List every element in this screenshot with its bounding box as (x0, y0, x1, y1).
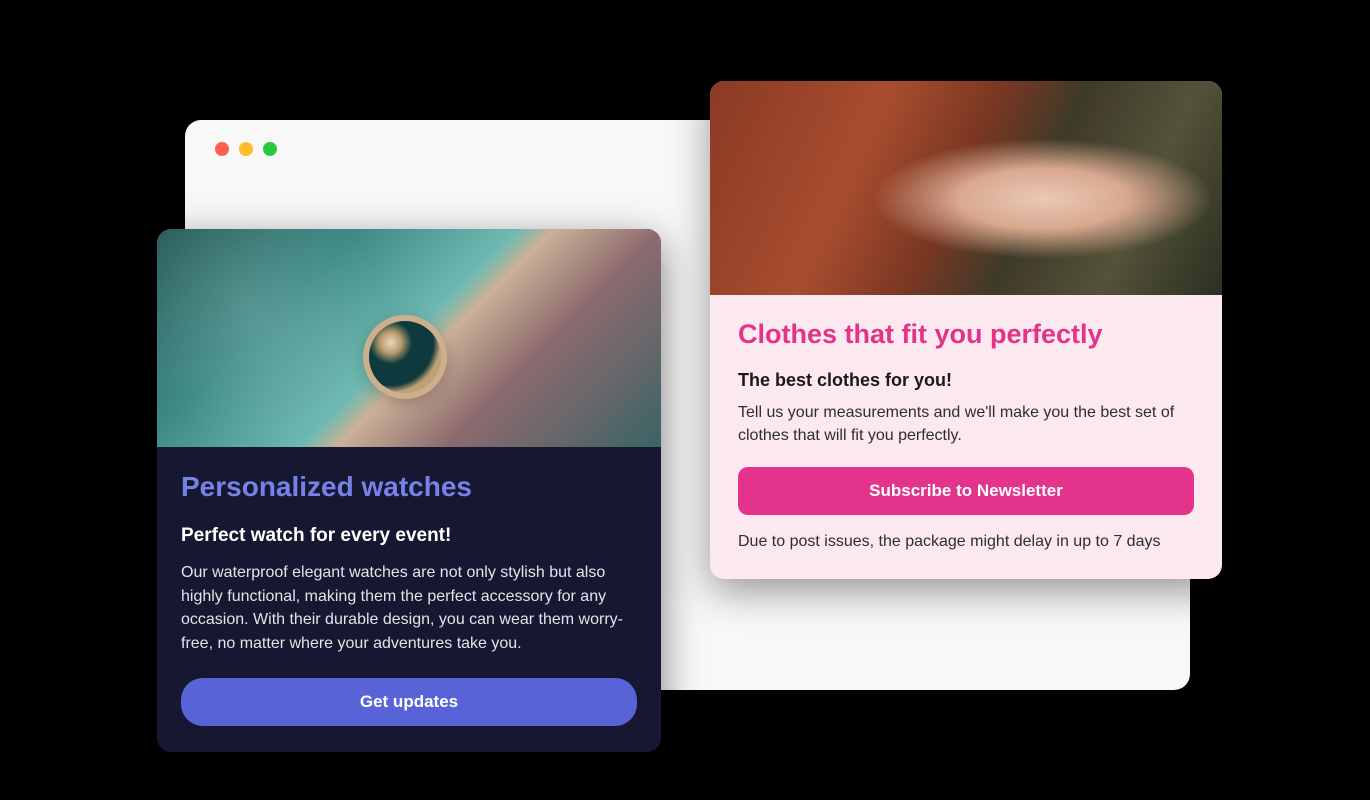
hero-image-watch (157, 229, 661, 447)
get-updates-button[interactable]: Get updates (181, 678, 637, 726)
shipping-note: Due to post issues, the package might de… (738, 533, 1194, 551)
close-dot-icon[interactable] (215, 142, 229, 156)
card-subtitle: The best clothes for you! (738, 370, 1194, 391)
card-title: Clothes that fit you perfectly (738, 319, 1194, 350)
card-body: Clothes that fit you perfectly The best … (710, 295, 1222, 579)
minimize-dot-icon[interactable] (239, 142, 253, 156)
card-description: Our waterproof elegant watches are not o… (181, 561, 637, 656)
promo-card-clothes: Clothes that fit you perfectly The best … (710, 81, 1222, 579)
promo-card-watches: Personalized watches Perfect watch for e… (157, 229, 661, 752)
maximize-dot-icon[interactable] (263, 142, 277, 156)
window-traffic-lights (215, 142, 277, 156)
card-description: Tell us your measurements and we'll make… (738, 401, 1194, 447)
card-title: Personalized watches (181, 471, 637, 503)
subscribe-newsletter-button[interactable]: Subscribe to Newsletter (738, 467, 1194, 515)
hero-image-person (710, 81, 1222, 295)
card-subtitle: Perfect watch for every event! (181, 525, 637, 547)
card-body: Personalized watches Perfect watch for e… (157, 447, 661, 752)
